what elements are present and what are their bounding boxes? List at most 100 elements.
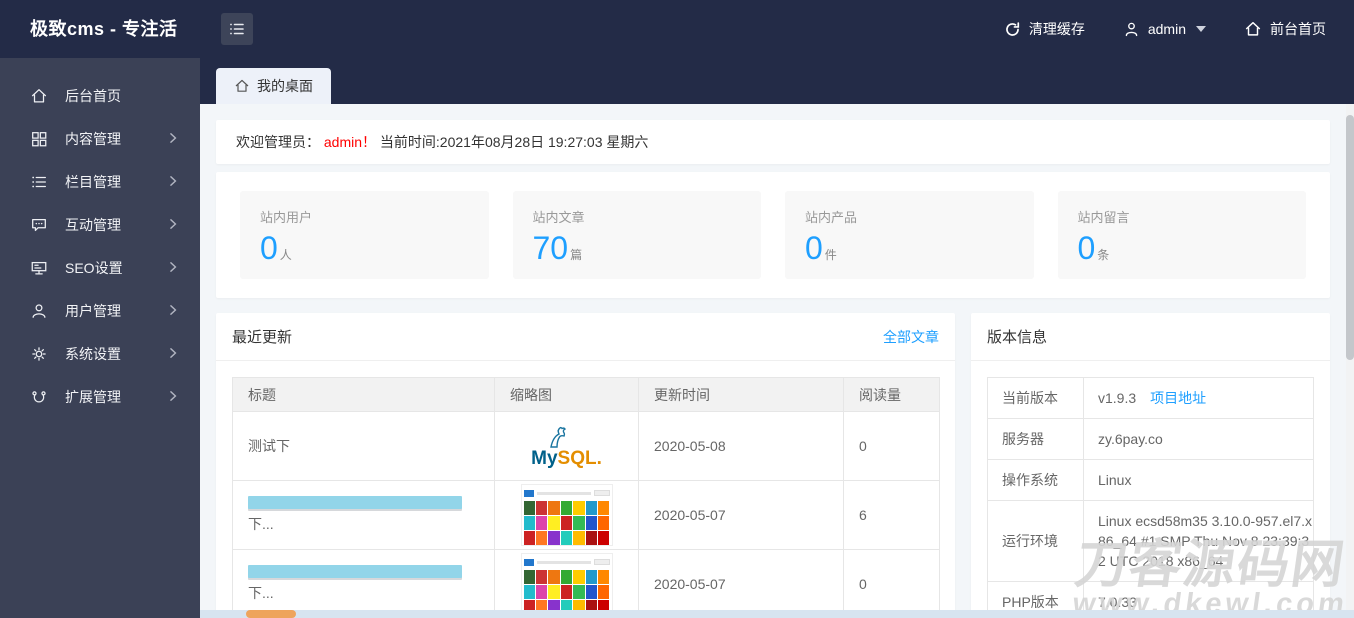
table-row[interactable]: 下... 2020-05-07 0	[232, 549, 940, 618]
sidebar-item-extensions[interactable]: 扩展管理	[0, 375, 200, 418]
welcome-prefix: 欢迎管理员：	[236, 134, 320, 150]
sidebar-item-label: 互动管理	[65, 216, 121, 233]
stats-panel: 站内用户 0人 站内文章 70 篇 站内产品 0件 站内留言 0条	[216, 172, 1330, 298]
version-panel-title: 版本信息	[987, 329, 1048, 346]
mysql-logo: MySQL.	[531, 425, 602, 468]
version-label: 运行环境	[987, 500, 1084, 582]
user-menu[interactable]: admin	[1123, 21, 1206, 38]
project-url-link[interactable]: 项目地址	[1150, 390, 1206, 406]
comment-icon	[30, 216, 48, 234]
stat-label: 站内留言	[1077, 210, 1130, 225]
stat-card-articles: 站内文章 70 篇	[512, 191, 761, 279]
stat-card-messages: 站内留言 0条	[1057, 191, 1306, 279]
chevron-right-icon	[166, 131, 180, 145]
grid-icon	[30, 130, 48, 148]
sidebar-item-label: SEO设置	[65, 259, 123, 276]
billboard-icon	[30, 259, 48, 277]
tab-bar: 我的桌面	[200, 58, 1354, 104]
sidebar-item-label: 用户管理	[65, 302, 121, 319]
horizontal-scrollbar-thumb[interactable]	[246, 610, 296, 618]
article-title: 下...	[248, 515, 274, 532]
horizontal-scrollbar	[200, 610, 1354, 618]
all-articles-link[interactable]: 全部文章	[883, 327, 939, 347]
app-logo: 极致cms - 专注活	[30, 19, 178, 39]
site-thumbnail	[520, 553, 613, 615]
article-date: 2020-05-08	[638, 411, 844, 481]
version-row: 当前版本 v1.9.3 项目地址	[987, 377, 1314, 419]
stat-value: 0	[805, 230, 823, 266]
vertical-scrollbar	[1346, 104, 1354, 610]
site-thumbnail	[520, 484, 613, 546]
chevron-right-icon	[166, 217, 180, 231]
sidebar-toggle-button[interactable]	[221, 13, 253, 45]
stat-label: 站内产品	[805, 210, 858, 225]
chevron-right-icon	[166, 346, 180, 360]
sidebar-item-label: 后台首页	[65, 87, 121, 104]
home-icon	[1244, 20, 1262, 38]
user-icon	[30, 302, 48, 320]
home-icon	[234, 78, 250, 94]
username-label: admin	[1147, 21, 1186, 37]
chevron-right-icon	[166, 260, 180, 274]
article-title: 测试下	[232, 411, 495, 481]
stat-value: 0	[260, 230, 278, 266]
welcome-time: 当前时间:2021年08月28日 19:27:03 星期六	[379, 134, 649, 150]
article-date: 2020-05-07	[638, 480, 844, 550]
article-reads: 0	[843, 549, 940, 618]
stat-unit: 条	[1097, 248, 1110, 262]
recent-updates-panel: 最近更新 全部文章 标题 缩略图 更新时间 阅读量 测试下 MySQL. 202…	[216, 313, 955, 618]
menu-list-icon	[228, 20, 246, 38]
chevron-right-icon	[166, 303, 180, 317]
sidebar-item-dashboard[interactable]: 后台首页	[0, 74, 200, 117]
chevron-right-icon	[166, 174, 180, 188]
front-home-label: 前台首页	[1270, 21, 1326, 37]
tab-label: 我的桌面	[257, 78, 313, 94]
version-info-panel: 版本信息 当前版本 v1.9.3 项目地址 服务器 zy.6pay.co 操作系统…	[971, 313, 1330, 618]
version-value: v1.9.3	[1098, 390, 1137, 406]
sidebar-item-columns[interactable]: 栏目管理	[0, 160, 200, 203]
stat-unit: 人	[279, 248, 292, 262]
stat-unit: 件	[824, 248, 837, 262]
article-reads: 6	[843, 480, 940, 550]
recent-updates-table: 标题 缩略图 更新时间 阅读量 测试下 MySQL. 2020-05-08 0 …	[232, 377, 940, 618]
version-label: 服务器	[987, 418, 1084, 460]
gear-icon	[30, 345, 48, 363]
clear-cache-button[interactable]: 清理缓存	[1004, 19, 1085, 39]
table-row[interactable]: 测试下 MySQL. 2020-05-08 0	[232, 411, 940, 481]
sidebar-item-users[interactable]: 用户管理	[0, 289, 200, 332]
version-value: zy.6pay.co	[1083, 418, 1314, 460]
sidebar-item-label: 内容管理	[65, 130, 121, 147]
sidebar-item-settings[interactable]: 系统设置	[0, 332, 200, 375]
stat-card-users: 站内用户 0人	[240, 191, 489, 279]
article-title: 下...	[248, 584, 274, 601]
article-reads: 0	[843, 411, 940, 481]
refresh-icon	[1004, 21, 1021, 38]
redacted-title-highlight	[248, 564, 462, 578]
clear-cache-label: 清理缓存	[1028, 21, 1085, 37]
home-icon	[30, 87, 48, 105]
stat-value: 0	[1077, 230, 1096, 266]
version-row: 操作系统 Linux	[987, 459, 1314, 501]
article-date: 2020-05-07	[638, 549, 844, 618]
tab-my-desktop[interactable]: 我的桌面	[216, 68, 331, 104]
chevron-right-icon	[166, 389, 180, 403]
sidebar: 后台首页 内容管理 栏目管理 互动管理 SEO设置 用户管理 系统设置 扩展管理	[0, 58, 200, 618]
col-title: 标题	[232, 377, 495, 412]
version-table: 当前版本 v1.9.3 项目地址 服务器 zy.6pay.co 操作系统 Linu…	[987, 377, 1314, 618]
sidebar-item-interaction[interactable]: 互动管理	[0, 203, 200, 246]
redacted-title-highlight	[248, 495, 462, 509]
table-row[interactable]: 下... 2020-05-07 6	[232, 480, 940, 550]
version-value: Linux	[1083, 459, 1314, 501]
front-home-link[interactable]: 前台首页	[1244, 19, 1326, 39]
sidebar-item-label: 扩展管理	[65, 388, 121, 405]
sidebar-item-content[interactable]: 内容管理	[0, 117, 200, 160]
sidebar-item-seo[interactable]: SEO设置	[0, 246, 200, 289]
col-thumbnail: 缩略图	[494, 377, 639, 412]
welcome-admin-name: admin！	[323, 134, 377, 150]
version-label: 操作系统	[987, 459, 1084, 501]
recent-panel-title: 最近更新	[232, 329, 293, 346]
user-icon	[1123, 21, 1140, 38]
stat-card-products: 站内产品 0件	[785, 191, 1034, 279]
vertical-scrollbar-thumb[interactable]	[1346, 115, 1354, 360]
col-updated: 更新时间	[638, 377, 844, 412]
